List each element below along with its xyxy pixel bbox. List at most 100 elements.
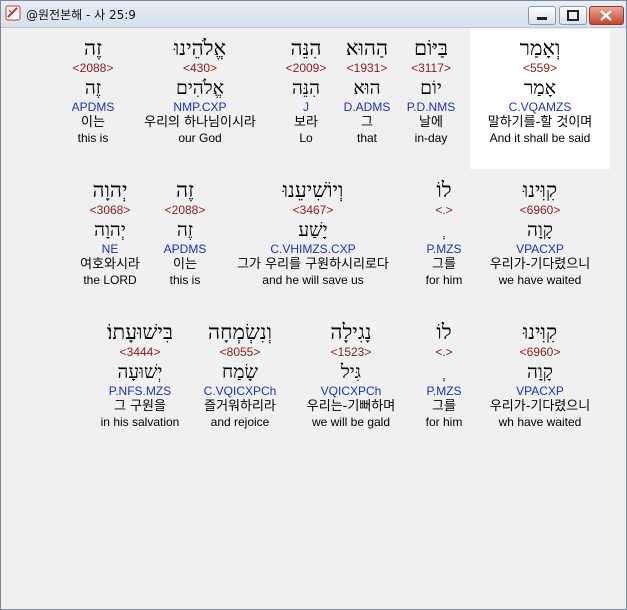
maximize-icon [567,10,579,21]
hebrew-word: וְאָמַר [519,36,561,60]
lemma: הוּא [353,77,381,99]
hebrew-word: נָגִילָה [330,320,372,344]
word-cell[interactable]: קִוִּינוּ <6960> קָוָה VPACXP 우리가-기다렸으니 … [475,313,605,429]
parsing-code: P.NFS.MZS [108,384,172,398]
lemma: יְשׁוּעָה [117,361,163,383]
word-cell[interactable]: זֶה <2088> זֶה APDMS 이는 this is [63,29,123,145]
korean-gloss: 우리의 하나님이시라 [144,115,256,130]
english-gloss: wh have waited [498,415,582,429]
korean-gloss: 우리가-기다렸으니 [489,257,591,272]
hebrew-word: וְנִשְׂמְחָה [207,320,273,344]
parsing-code: P.D.NMS [406,100,456,114]
parsing-code: VQICXPCh [320,384,382,398]
hebrew-word: לוֹ [436,178,452,202]
hebrew-word: זֶה [176,178,194,202]
korean-gloss: 그를 [432,257,456,272]
strongs-number: <.> [435,345,453,359]
lemma: יוֹם [420,77,442,99]
lemma: ְ [415,360,473,384]
word-cell[interactable]: וְנִשְׂמְחָה <8055> שָׂמַח C.VQICXPCh 즐거… [185,313,295,429]
english-gloss: the LORD [83,273,137,287]
word-cell[interactable]: וְיוֹשִׁיעֵנוּ <3467> יָשַׁע C.VHIMZS.CX… [215,171,411,287]
parsing-code: J [303,100,309,114]
app-icon [5,5,21,21]
lemma: אֱלֹהִים [175,77,225,99]
korean-gloss: 날에 [419,115,443,130]
strongs-number: <6960> [519,203,561,217]
english-gloss: our God [178,131,222,145]
strongs-number: <6960> [519,345,561,359]
english-gloss: in-day [414,131,448,145]
korean-gloss: 그를 [432,399,456,414]
english-gloss: we have waited [498,273,582,287]
hebrew-word: קִוִּינוּ [522,178,558,202]
parsing-code: APDMS [71,100,115,114]
strongs-number: <430> [182,61,218,75]
hebrew-word: יְהוָה [92,178,128,202]
parsing-code: C.VQAMZS [508,100,572,114]
word-cell[interactable]: אֱלֹהֵינוּ <430> אֱלֹהִים NMP.CXP 우리의 하나… [125,29,275,145]
word-cell[interactable]: הִנֵּה <2009> הִנֵּה J 보라 Lo [275,29,337,145]
parsing-code: VPACXP [516,384,564,398]
korean-gloss: 여호와시라 [80,257,140,272]
english-gloss: we will be gald [311,415,391,429]
word-cell[interactable]: קִוִּינוּ <6960> קָוָה VPACXP 우리가-기다렸으니 … [475,171,605,287]
korean-gloss: 말하기를-할 것이며 [487,115,593,130]
word-cell[interactable]: לוֹ <.> ְ P.MZS 그를 for him [415,171,473,287]
hebrew-word: אֱלֹהֵינוּ [173,36,227,60]
strongs-number: <3467> [292,203,334,217]
word-cell[interactable]: בַּיּוֹם <3117> יוֹם P.D.NMS 날에 in-day [395,29,467,145]
hebrew-word: בַּיּוֹם [413,36,449,60]
english-gloss: and he will save us [262,273,364,287]
lemma: ְ [415,218,473,242]
parsing-code: P.MZS [426,242,462,256]
lemma: יְהוָה [94,219,126,241]
word-cell[interactable]: לוֹ <.> ְ P.MZS 그를 for him [415,313,473,429]
strongs-number: <1523> [330,345,372,359]
hebrew-word: זֶה [84,36,102,60]
strongs-number: <1931> [346,61,388,75]
hebrew-word: בִּישׁוּעָתוֹ׃ [107,320,173,344]
lemma: שָׂמַח [222,361,258,383]
interlinear-view: וְאָמַר <559> אָמַר C.VQAMZS 말하기를-할 것이며 … [5,29,620,605]
title-bar[interactable]: @원전본해 - 사 25:9 [1,1,626,28]
word-cell[interactable]: זֶה <2088> זֶה APDMS 이는 this is [155,171,215,287]
english-gloss: in his salvation [100,415,180,429]
korean-gloss: 이는 [81,115,105,130]
english-gloss: and rejoice [210,415,270,429]
strongs-number: <3068> [89,203,131,217]
word-cell[interactable]: וְאָמַר <559> אָמַר C.VQAMZS 말하기를-할 것이며 … [470,29,610,169]
close-button[interactable] [589,6,624,25]
word-cell[interactable]: נָגִילָה <1523> גִּיל VQICXPCh 우리는-기뻐하며 … [295,313,407,429]
maximize-button[interactable] [559,6,587,25]
parsing-code: VPACXP [516,242,564,256]
korean-gloss: 보라 [294,115,318,130]
parsing-code: NMP.CXP [173,100,227,114]
lemma: קָוָה [527,361,553,383]
minimize-button[interactable] [528,6,556,25]
lemma: קָוָה [527,219,553,241]
korean-gloss: 그 구원을 [114,399,166,414]
strongs-number: <559> [522,61,558,75]
korean-gloss: 이는 [173,257,197,272]
parsing-code: APDMS [163,242,207,256]
parsing-code: C.VHIMZS.CXP [270,242,356,256]
lemma: זֶה [84,77,102,99]
english-gloss: for him [425,273,463,287]
word-cell[interactable]: הַהוּא <1931> הוּא D.ADMS 그 that [335,29,399,145]
hebrew-word: קִוִּינוּ [522,320,558,344]
lemma: הִנֵּה [291,77,321,99]
word-cell[interactable]: יְהוָה <3068> יְהוָה NE 여호와시라 the LORD [70,171,150,287]
close-icon [600,10,612,21]
strongs-number: <3117> [411,61,451,75]
strongs-number: <3444> [119,345,161,359]
english-gloss: this is [77,131,109,145]
minimize-icon [537,17,547,20]
app-window: @원전본해 - 사 25:9 וְאָמַר <559> אָמַר C.VQA… [0,0,627,610]
parsing-code: C.VQICXPCh [203,384,277,398]
word-cell[interactable]: בִּישׁוּעָתוֹ׃ <3444> יְשׁוּעָה P.NFS.MZ… [85,313,195,429]
korean-gloss: 우리가-기다렸으니 [489,399,591,414]
strongs-number: <2088> [72,61,114,75]
english-gloss: this is [169,273,201,287]
hebrew-word: הַהוּא [345,36,389,60]
